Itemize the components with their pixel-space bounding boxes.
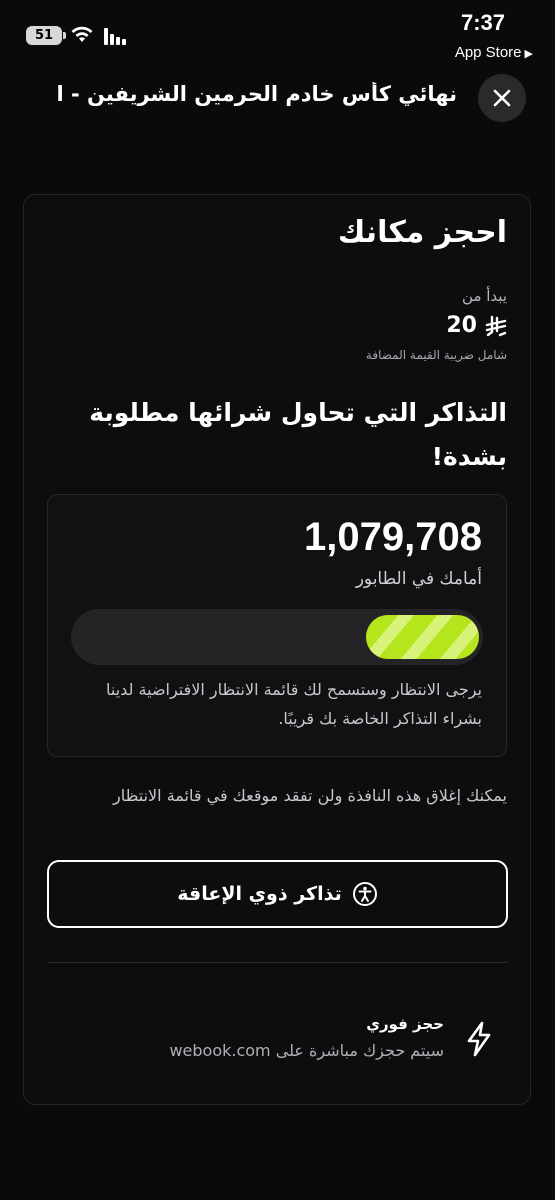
queue-wait-note: يرجى الانتظار وستسمح لك قائمة الانتظار ا… xyxy=(106,680,482,728)
divider xyxy=(47,962,508,963)
accessibility-tickets-button[interactable]: تذاكر ذوي الإعاقة xyxy=(47,860,508,928)
instant-booking-title: حجز فوري xyxy=(366,1015,444,1033)
back-to-app-store-link[interactable]: App Store ▶ xyxy=(455,44,533,61)
high-demand-heading: التذاكر التي تحاول شرائها مطلوبة بشدة! xyxy=(89,398,507,471)
instant-booking-description: سيتم حجزك مباشرة على webook.com xyxy=(169,1041,444,1060)
queue-position-label: أمامك في الطابور xyxy=(355,569,482,589)
clock-time: 7:37 xyxy=(460,10,505,35)
status-bar: 51 7:37 App Store ▶ xyxy=(0,0,555,70)
accessibility-tickets-label: تذاكر ذوي الإعاقة xyxy=(177,883,342,905)
queue-progress-fill xyxy=(366,615,479,659)
price-value: 20 xyxy=(446,313,477,338)
event-title: نهائي كأس خادم الحرمين الشريفين - ال... xyxy=(57,82,457,106)
booking-card: احجز مكانك يبدأ من 20 شامل ضريبة القيمة … xyxy=(23,194,531,1105)
close-icon xyxy=(493,89,511,107)
booking-title: احجز مكانك xyxy=(337,215,507,250)
battery-icon: 51 xyxy=(26,26,66,45)
vat-note: شامل ضريبة القيمة المضافة xyxy=(365,348,507,362)
back-app-label: App Store xyxy=(454,44,522,61)
close-button[interactable] xyxy=(478,74,526,122)
riyal-icon xyxy=(485,315,507,336)
signal-icon xyxy=(104,27,128,45)
queue-status-box: 1,079,708 أمامك في الطابور يرجى الانتظار… xyxy=(47,494,507,757)
starts-from-label: يبدأ من xyxy=(462,287,507,305)
close-window-note: يمكنك إغلاق هذه النافذة ولن تفقد موقعك ف… xyxy=(113,786,507,805)
queue-position: 1,079,708 xyxy=(304,515,482,559)
accessibility-icon xyxy=(352,882,377,906)
price: 20 xyxy=(446,313,507,338)
wifi-icon xyxy=(71,26,93,42)
play-triangle-icon: ▶ xyxy=(524,48,533,60)
lightning-icon xyxy=(467,1021,491,1057)
queue-progress-bar xyxy=(71,609,483,665)
